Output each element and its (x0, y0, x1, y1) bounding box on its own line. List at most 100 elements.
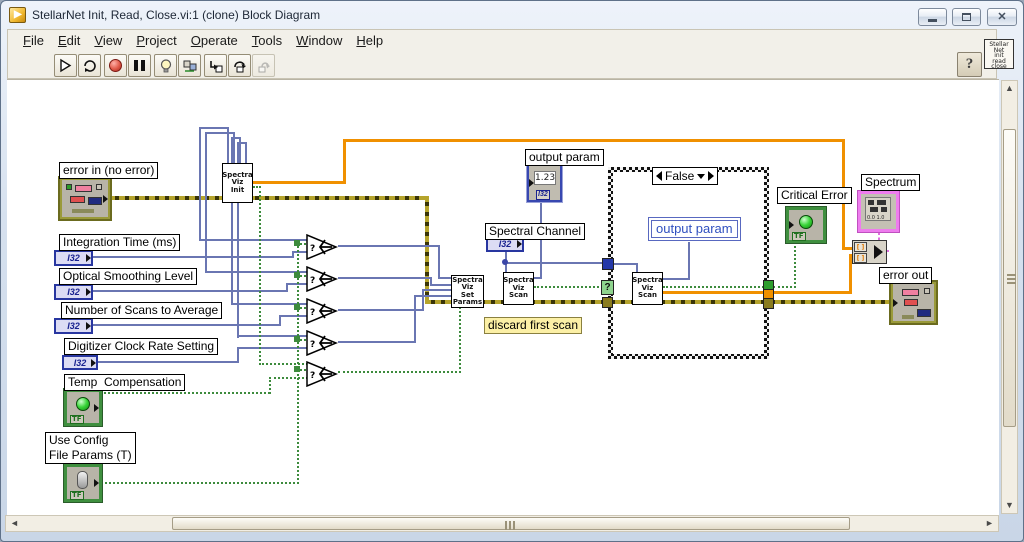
case-next-icon[interactable] (708, 171, 715, 181)
menu-view[interactable]: View (87, 31, 129, 50)
subvi-spectraviz-init[interactable]: Spectra Viz Init (222, 163, 253, 203)
menu-file[interactable]: File (16, 31, 51, 50)
menubar: File Edit View Project Operate Tools Win… (7, 29, 997, 51)
wire (338, 371, 461, 373)
label-temp-comp: Temp Compensation (64, 374, 186, 391)
titlebar[interactable]: ▶ StellarNet Init, Read, Close.vi:1 (clo… (1, 1, 1023, 29)
digitizer-clock-terminal[interactable]: I32 (62, 355, 98, 370)
h-scrollbar-thumb[interactable] (172, 517, 850, 530)
case-prev-icon[interactable] (656, 171, 662, 181)
menu-tools[interactable]: Tools (245, 31, 289, 50)
menu-project[interactable]: Project (129, 31, 183, 50)
wire (81, 324, 280, 326)
subvi-spectraviz-scan-2[interactable]: Spectra Viz Scan (632, 272, 663, 305)
subvi-spectraviz-set-params[interactable]: Spectra Viz Set Params (451, 275, 484, 308)
step-out-button[interactable] (252, 54, 275, 77)
step-into-button[interactable] (204, 54, 227, 77)
label-critical-error: Critical Error (777, 187, 852, 204)
resize-grip[interactable] (1009, 527, 1019, 537)
toggle-switch-icon (77, 471, 88, 490)
label-error-in: error in (no error) (59, 162, 159, 179)
tunnel-i32-left[interactable] (602, 258, 614, 270)
tunnel-error-right[interactable] (763, 298, 774, 309)
step-out-icon (258, 61, 270, 72)
select-function-2[interactable]: ? (306, 266, 338, 292)
case-dropdown-icon[interactable] (697, 173, 706, 179)
v-scrollbar-thumb[interactable] (1003, 129, 1016, 427)
run-continuously-icon (83, 59, 96, 72)
step-over-button[interactable] (228, 54, 251, 77)
label-optical-smoothing: Optical Smoothing Level (59, 268, 198, 285)
spectrum-terminal[interactable]: 0.0 1.0 (857, 190, 900, 233)
vi-icon[interactable]: Stellar Net init read close (984, 39, 1014, 71)
retain-wire-values-button[interactable] (178, 54, 201, 77)
wire (253, 181, 345, 184)
menu-edit[interactable]: Edit (51, 31, 87, 50)
wire (269, 377, 271, 394)
wire (205, 132, 207, 273)
wire (95, 361, 238, 363)
close-button[interactable]: ✕ (987, 8, 1017, 26)
local-variable-output-param[interactable]: output param (648, 217, 741, 241)
abort-button[interactable] (104, 54, 127, 77)
scroll-right-icon[interactable]: ► (982, 516, 997, 531)
case-selector-label[interactable]: False (652, 167, 719, 185)
wire (422, 289, 424, 311)
label-output-param: output param (525, 149, 604, 166)
select-function-5[interactable]: ? (306, 361, 338, 387)
case-selector-terminal[interactable]: ? (601, 280, 614, 295)
run-button[interactable] (54, 54, 77, 77)
tf-tag: TF (792, 232, 806, 241)
scroll-down-icon[interactable]: ▼ (1002, 498, 1017, 513)
temp-compensation-terminal[interactable]: TF (63, 388, 103, 427)
i32-tag: I32 (536, 190, 550, 200)
wire (425, 196, 429, 302)
vi-icon-text: close (991, 63, 1007, 71)
use-config-terminal[interactable]: TF (63, 463, 103, 503)
tunnel-error-left[interactable] (602, 297, 613, 308)
wire (534, 286, 603, 288)
wire (343, 139, 845, 142)
error-in-terminal[interactable] (58, 176, 112, 221)
maximize-button[interactable] (952, 8, 981, 26)
pause-button[interactable] (128, 54, 151, 77)
wire (245, 142, 247, 164)
wire (294, 240, 300, 246)
select-function-4[interactable]: ? (306, 330, 338, 356)
scroll-up-icon[interactable]: ▲ (1002, 81, 1017, 96)
wire (259, 363, 308, 365)
wire (294, 304, 300, 310)
graph-icon: 0.0 1.0 (865, 197, 891, 221)
wire (101, 392, 270, 394)
optical-smoothing-terminal[interactable]: I32 (54, 284, 93, 300)
wire (502, 259, 508, 265)
label-digitizer: Digitizer Clock Rate Setting (64, 338, 219, 355)
bundle-node[interactable]: [ ] [ ] (852, 240, 887, 264)
error-out-terminal[interactable] (889, 280, 938, 325)
critical-error-terminal[interactable]: TF (785, 206, 827, 244)
menu-operate[interactable]: Operate (184, 31, 245, 50)
label-error-out: error out (879, 267, 933, 284)
scroll-left-icon[interactable]: ◄ (7, 516, 22, 531)
wire (199, 127, 201, 241)
menu-window[interactable]: Window (289, 31, 349, 50)
label-spectral-channel: Spectral Channel (485, 223, 586, 240)
svg-text:?: ? (310, 276, 315, 286)
highlight-execution-button[interactable] (154, 54, 177, 77)
num-scans-terminal[interactable]: I32 (54, 318, 93, 334)
subvi-spectraviz-scan-1[interactable]: Spectra Viz Scan (503, 272, 534, 305)
wire (688, 242, 690, 280)
menu-help[interactable]: Help (349, 31, 390, 50)
context-help-button[interactable]: ? (957, 52, 982, 77)
labview-app-icon: ▶ (9, 7, 26, 23)
run-continuously-button[interactable] (78, 54, 101, 77)
minimize-button[interactable] (918, 8, 947, 26)
select-function-1[interactable]: ? (306, 234, 338, 260)
select-function-3[interactable]: ? (306, 298, 338, 324)
numeric-value: 1.23 (534, 171, 556, 185)
v-scrollbar[interactable]: ▲ ▼ (1001, 80, 1018, 514)
wire (297, 243, 299, 484)
output-param-indicator-terminal[interactable]: 1.23 I32 (526, 163, 563, 203)
integration-time-terminal[interactable]: I32 (54, 250, 93, 266)
h-scrollbar[interactable]: ◄ ► (5, 515, 999, 532)
